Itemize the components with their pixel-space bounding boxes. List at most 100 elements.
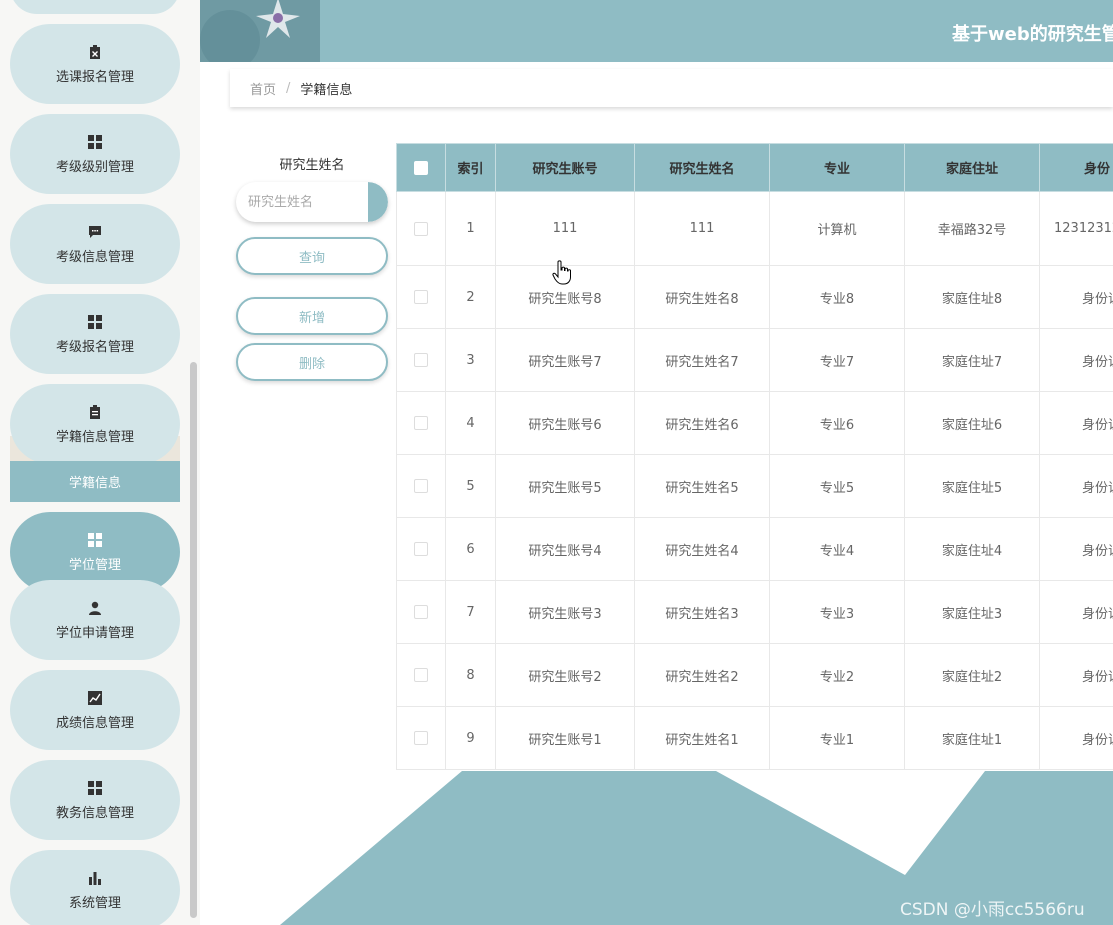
row-checkbox-cell — [396, 265, 446, 329]
cell-index: 1 — [445, 191, 496, 266]
app-title: 基于web的研究生管 — [952, 24, 1113, 45]
sidebar-item-partial[interactable] — [10, 0, 180, 14]
table-row[interactable]: 5研究生账号5研究生姓名5专业5家庭住址5身份证 — [396, 454, 1113, 518]
cell-index: 8 — [445, 643, 496, 707]
sidebar-item-course-enroll[interactable]: 选课报名管理 — [10, 24, 180, 104]
student-name-search-input[interactable] — [236, 182, 368, 222]
cell-major: 专业7 — [769, 328, 905, 392]
table-row[interactable]: 3研究生账号7研究生姓名7专业7家庭住址7身份证 — [396, 328, 1113, 392]
sidebar-scrollbar[interactable] — [190, 362, 197, 918]
column-header-address: 家庭住址 — [904, 143, 1040, 192]
cell-name: 研究生姓名6 — [634, 391, 770, 455]
table-row[interactable]: 1111111计算机幸福路32号12312312 5645 — [396, 191, 1113, 266]
sidebar-item-label: 教务信息管理 — [55, 805, 134, 821]
cell-major: 专业5 — [769, 454, 905, 518]
sidebar-item-academic-affairs[interactable]: 教务信息管理 — [10, 760, 180, 840]
select-all-checkbox[interactable] — [414, 160, 428, 175]
column-header-major: 专业 — [769, 143, 905, 192]
sidebar-item-degree-apply[interactable]: 学位申请管理 — [10, 580, 180, 660]
query-button[interactable]: 查询 — [236, 237, 388, 275]
cell-id-card: 身份证 — [1039, 517, 1113, 581]
cell-name: 研究生姓名2 — [634, 643, 770, 707]
row-checkbox-cell — [396, 706, 446, 770]
row-checkbox[interactable] — [414, 479, 428, 493]
table-row[interactable]: 6研究生账号4研究生姓名4专业4家庭住址4身份证 — [396, 517, 1113, 581]
cell-id-card: 身份证 — [1039, 706, 1113, 770]
row-checkbox-cell — [396, 328, 446, 392]
column-header-index: 索引 — [445, 143, 496, 192]
cell-name: 研究生姓名3 — [634, 580, 770, 644]
row-checkbox[interactable] — [414, 353, 428, 367]
cell-name: 研究生姓名8 — [634, 265, 770, 329]
cell-index: 4 — [445, 391, 496, 455]
mouse-cursor-hand-icon — [552, 260, 571, 285]
breadcrumb-current: 学籍信息 — [300, 82, 353, 98]
row-checkbox[interactable] — [414, 731, 428, 745]
row-checkbox[interactable] — [414, 542, 428, 556]
table-row[interactable]: 4研究生账号6研究生姓名6专业6家庭住址6身份证 — [396, 391, 1113, 455]
sidebar-item-system[interactable]: 系统管理 — [10, 850, 180, 925]
search-field-label: 研究生姓名 — [279, 158, 345, 173]
cell-name: 研究生姓名7 — [634, 328, 770, 392]
grid-icon — [87, 134, 103, 150]
delete-button[interactable]: 删除 — [236, 343, 388, 381]
sidebar: 选课报名管理 考级级别管理 考级信息管理 考级报名管理 学籍信息管理 学籍信息 … — [0, 0, 200, 925]
grid-icon — [87, 780, 103, 796]
table-row[interactable]: 2研究生账号8研究生姓名8专业8家庭住址8身份证 — [396, 265, 1113, 329]
table-row[interactable]: 8研究生账号2研究生姓名2专业2家庭住址2身份证 — [396, 643, 1113, 707]
cell-index: 7 — [445, 580, 496, 644]
row-checkbox[interactable] — [414, 416, 428, 430]
breadcrumb: 首页 / 学籍信息 — [230, 69, 1113, 107]
sidebar-item-grades[interactable]: 成绩信息管理 — [10, 670, 180, 750]
sidebar-item-label: 学位申请管理 — [55, 625, 134, 641]
row-checkbox-cell — [396, 580, 446, 644]
sidebar-item-label: 学籍信息管理 — [55, 429, 134, 445]
row-checkbox[interactable] — [414, 605, 428, 619]
sidebar-item-exam-enroll[interactable]: 考级报名管理 — [10, 294, 180, 374]
column-header-id-card: 身份 — [1039, 143, 1113, 192]
top-header: 基于web的研究生管 — [200, 0, 1113, 62]
breadcrumb-home-link[interactable]: 首页 — [250, 79, 276, 98]
table-row[interactable]: 7研究生账号3研究生姓名3专业3家庭住址3身份证 — [396, 580, 1113, 644]
sidebar-item-student-record[interactable]: 学籍信息管理 — [10, 384, 180, 464]
row-checkbox[interactable] — [414, 290, 428, 304]
cell-major: 专业4 — [769, 517, 905, 581]
cell-index: 5 — [445, 454, 496, 518]
cell-major: 计算机 — [769, 191, 905, 266]
header-flower-decoration — [200, 0, 320, 62]
add-button[interactable]: 新增 — [236, 297, 388, 335]
cell-account: 研究生账号4 — [495, 517, 635, 581]
cell-name: 研究生姓名1 — [634, 706, 770, 770]
cell-id-card: 身份证 — [1039, 454, 1113, 518]
cell-id-card: 12312312 5645 — [1039, 191, 1113, 266]
row-checkbox[interactable] — [414, 668, 428, 682]
row-checkbox[interactable] — [414, 221, 428, 236]
sidebar-subitem-student-info[interactable]: 学籍信息 — [10, 461, 180, 502]
select-all-checkbox-cell — [396, 143, 446, 192]
cell-id-card: 身份证 — [1039, 391, 1113, 455]
sidebar-item-label: 成绩信息管理 — [55, 715, 134, 731]
cell-id-card: 身份证 — [1039, 328, 1113, 392]
column-header-name: 研究生姓名 — [634, 143, 770, 192]
sidebar-item-exam-info[interactable]: 考级信息管理 — [10, 204, 180, 284]
cell-major: 专业1 — [769, 706, 905, 770]
sidebar-item-exam-level[interactable]: 考级级别管理 — [10, 114, 180, 194]
cell-address: 家庭住址7 — [904, 328, 1040, 392]
table-row[interactable]: 9研究生账号1研究生姓名1专业1家庭住址1身份证 — [396, 706, 1113, 770]
cell-index: 3 — [445, 328, 496, 392]
cell-account: 研究生账号5 — [495, 454, 635, 518]
cell-name: 研究生姓名4 — [634, 517, 770, 581]
cell-account: 研究生账号3 — [495, 580, 635, 644]
row-checkbox-cell — [396, 643, 446, 707]
bar-chart-icon — [87, 870, 103, 886]
cell-address: 家庭住址4 — [904, 517, 1040, 581]
clipboard-x-icon — [87, 44, 103, 60]
search-field-accent — [368, 182, 388, 222]
cell-address: 家庭住址5 — [904, 454, 1040, 518]
cell-address: 家庭住址8 — [904, 265, 1040, 329]
cell-major: 专业6 — [769, 391, 905, 455]
search-field — [236, 182, 388, 222]
cell-account: 研究生账号1 — [495, 706, 635, 770]
cell-id-card: 身份证 — [1039, 265, 1113, 329]
cell-account: 111 — [495, 191, 635, 266]
